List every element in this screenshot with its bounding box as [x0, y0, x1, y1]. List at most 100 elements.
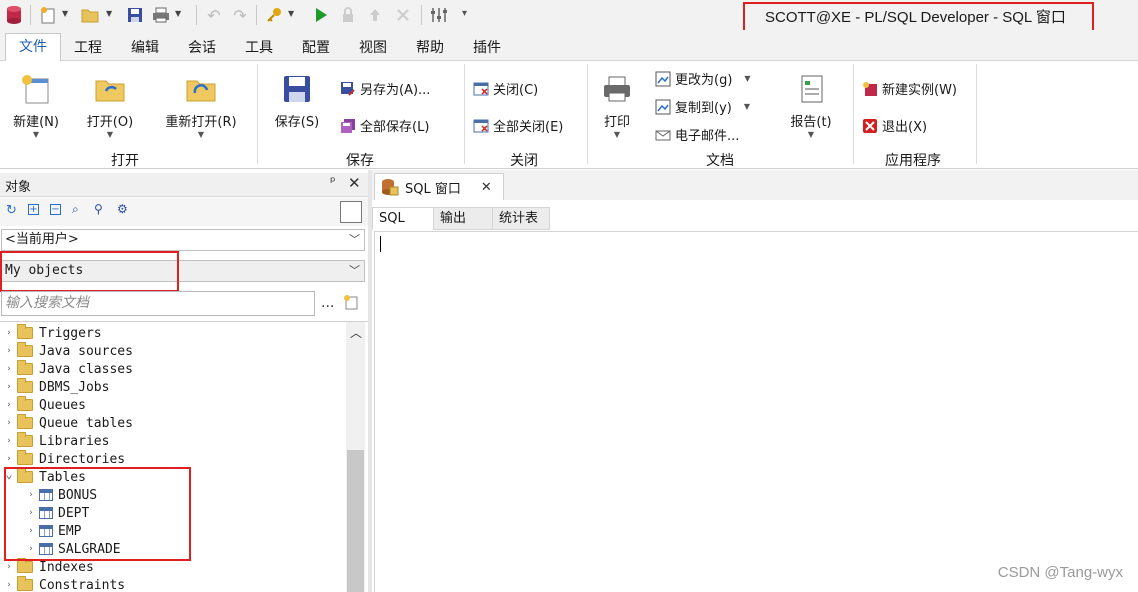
subtab-statistics[interactable]: 统计表 [492, 207, 550, 230]
filter-edit-icon[interactable]: ⚙ [117, 202, 128, 216]
collapsed-icon[interactable]: › [4, 382, 14, 392]
collapsed-icon[interactable]: › [26, 544, 36, 554]
tree-folder-item[interactable]: ⌄ Tables [4, 467, 86, 486]
new-doc-icon[interactable] [38, 5, 58, 25]
collapsed-icon[interactable]: › [4, 436, 14, 446]
print-button[interactable]: 打印 ▼ [596, 73, 638, 139]
tree-folder-item[interactable]: › Indexes [4, 558, 94, 576]
open-folder-icon[interactable] [80, 5, 100, 25]
scrollbar-thumb[interactable] [347, 450, 364, 592]
tree-folder-item[interactable]: › Java sources [4, 342, 133, 360]
save-button[interactable]: 保存(S) [268, 73, 326, 130]
tree-table-item[interactable]: › DEPT [26, 504, 89, 522]
tab-configure[interactable]: 配置 [302, 37, 330, 57]
lock-icon[interactable] [338, 5, 358, 25]
tree-folder-item[interactable]: › Queue tables [4, 414, 133, 432]
tree-folder-item[interactable]: › Directories [4, 450, 125, 468]
redo-icon[interactable]: ↷ [230, 5, 250, 25]
close-icon[interactable]: ✕ [348, 174, 361, 192]
undo-icon[interactable]: ↶ [204, 5, 224, 25]
scroll-up-icon[interactable]: ︿ [350, 324, 362, 341]
tab-help[interactable]: 帮助 [416, 37, 444, 57]
customize-toolbar-icon[interactable]: ▾ [462, 8, 467, 19]
exit-button[interactable]: 退出(X) [862, 116, 927, 135]
tree-scrollbar[interactable]: ︿ [346, 322, 365, 592]
tree-folder-item[interactable]: › Constraints [4, 576, 125, 592]
more-options-button[interactable]: ... [321, 295, 334, 311]
expanded-icon[interactable]: ⌄ [4, 467, 14, 481]
user-combo[interactable]: <当前用户> ﹀ [1, 229, 365, 251]
save-as-button[interactable]: 另存为(A)... [340, 79, 430, 98]
database-icon[interactable] [4, 5, 24, 25]
panel-splitter[interactable] [368, 170, 372, 592]
chevron-down-icon[interactable]: ▼ [106, 9, 112, 18]
find-icon[interactable]: ⌕ [72, 202, 79, 217]
object-filter-combo[interactable]: My objects ﹀ [1, 260, 365, 282]
tab-sql-window[interactable]: SQL 窗口 ✕ [374, 173, 504, 200]
filter-icon[interactable]: ⚲ [94, 202, 103, 216]
tree-table-item[interactable]: › EMP [26, 522, 81, 540]
change-to-button[interactable]: 更改为(g) ▼ [655, 69, 751, 88]
tree-item-label: Queues [39, 397, 86, 413]
collapsed-icon[interactable]: › [4, 346, 14, 356]
chevron-down-icon[interactable]: ▼ [175, 9, 181, 18]
collapsed-icon[interactable]: › [26, 508, 36, 518]
chevron-down-icon[interactable]: ▼ [62, 9, 68, 18]
commit-icon[interactable] [365, 5, 385, 25]
panel-option-box[interactable] [340, 201, 362, 223]
tab-file[interactable]: 文件 [5, 33, 61, 62]
reopen-button[interactable]: 重新打开(R) ▼ [155, 73, 247, 139]
tree-table-item[interactable]: › SALGRADE [26, 540, 120, 558]
tab-tools[interactable]: 工具 [245, 37, 273, 57]
sql-editor[interactable] [374, 231, 1138, 592]
execute-icon[interactable] [311, 5, 331, 25]
close-button[interactable]: 关闭(C) [473, 79, 538, 98]
subtab-sql[interactable]: SQL [372, 207, 434, 230]
collapsed-icon[interactable]: › [4, 364, 14, 374]
new-search-doc-icon[interactable] [343, 294, 359, 314]
tab-edit[interactable]: 编辑 [131, 37, 159, 57]
tab-session[interactable]: 会话 [188, 37, 216, 57]
collapsed-icon[interactable]: › [4, 454, 14, 464]
collapsed-icon[interactable]: › [4, 562, 14, 572]
save-all-button[interactable]: 全部保存(L) [340, 116, 429, 135]
subtab-output[interactable]: 输出 [433, 207, 493, 230]
close-doc-icon [473, 82, 489, 95]
tree-folder-item[interactable]: › Java classes [4, 360, 133, 378]
tab-view[interactable]: 视图 [359, 37, 387, 57]
collapsed-icon[interactable]: › [26, 490, 36, 500]
copy-to-button[interactable]: 复制到(y) ▼ [655, 97, 750, 116]
key-icon[interactable] [264, 5, 284, 25]
collapsed-icon[interactable]: › [26, 526, 36, 536]
report-button[interactable]: 报告(t) ▼ [780, 73, 842, 139]
tab-project[interactable]: 工程 [74, 37, 102, 57]
chevron-down-icon[interactable]: ▼ [288, 9, 294, 18]
new-instance-button[interactable]: 新建实例(W) [862, 79, 957, 98]
collapsed-icon[interactable]: › [4, 580, 14, 590]
collapsed-icon[interactable]: › [4, 328, 14, 338]
close-all-button[interactable]: 全部关闭(E) [473, 116, 563, 135]
tree-table-item[interactable]: › BONUS [26, 486, 97, 504]
collapsed-icon[interactable]: › [4, 400, 14, 410]
tree-folder-item[interactable]: › Triggers [4, 324, 102, 342]
search-input[interactable]: 输入搜索文档 [1, 291, 315, 316]
close-icon[interactable]: ✕ [481, 180, 492, 195]
collapse-icon[interactable]: − [50, 204, 61, 215]
tree-folder-item[interactable]: › Libraries [4, 432, 109, 450]
pin-icon[interactable]: ᵖ [330, 175, 336, 190]
expand-icon[interactable]: + [28, 204, 39, 215]
open-button[interactable]: 打开(O) ▼ [80, 73, 140, 139]
rollback-icon[interactable] [393, 5, 413, 25]
save-icon[interactable] [125, 5, 145, 25]
email-icon [655, 130, 671, 140]
tab-plugins[interactable]: 插件 [473, 37, 501, 57]
email-button[interactable]: 电子邮件... [655, 125, 739, 144]
collapsed-icon[interactable]: › [4, 418, 14, 428]
tree-folder-item[interactable]: › DBMS_Jobs [4, 378, 109, 396]
refresh-icon[interactable]: ↻ [6, 203, 17, 218]
report-icon [801, 75, 823, 103]
settings-sliders-icon[interactable] [429, 5, 449, 25]
print-icon[interactable] [151, 5, 171, 25]
new-button[interactable]: 新建(N) ▼ [8, 73, 64, 139]
tree-folder-item[interactable]: › Queues [4, 396, 86, 414]
